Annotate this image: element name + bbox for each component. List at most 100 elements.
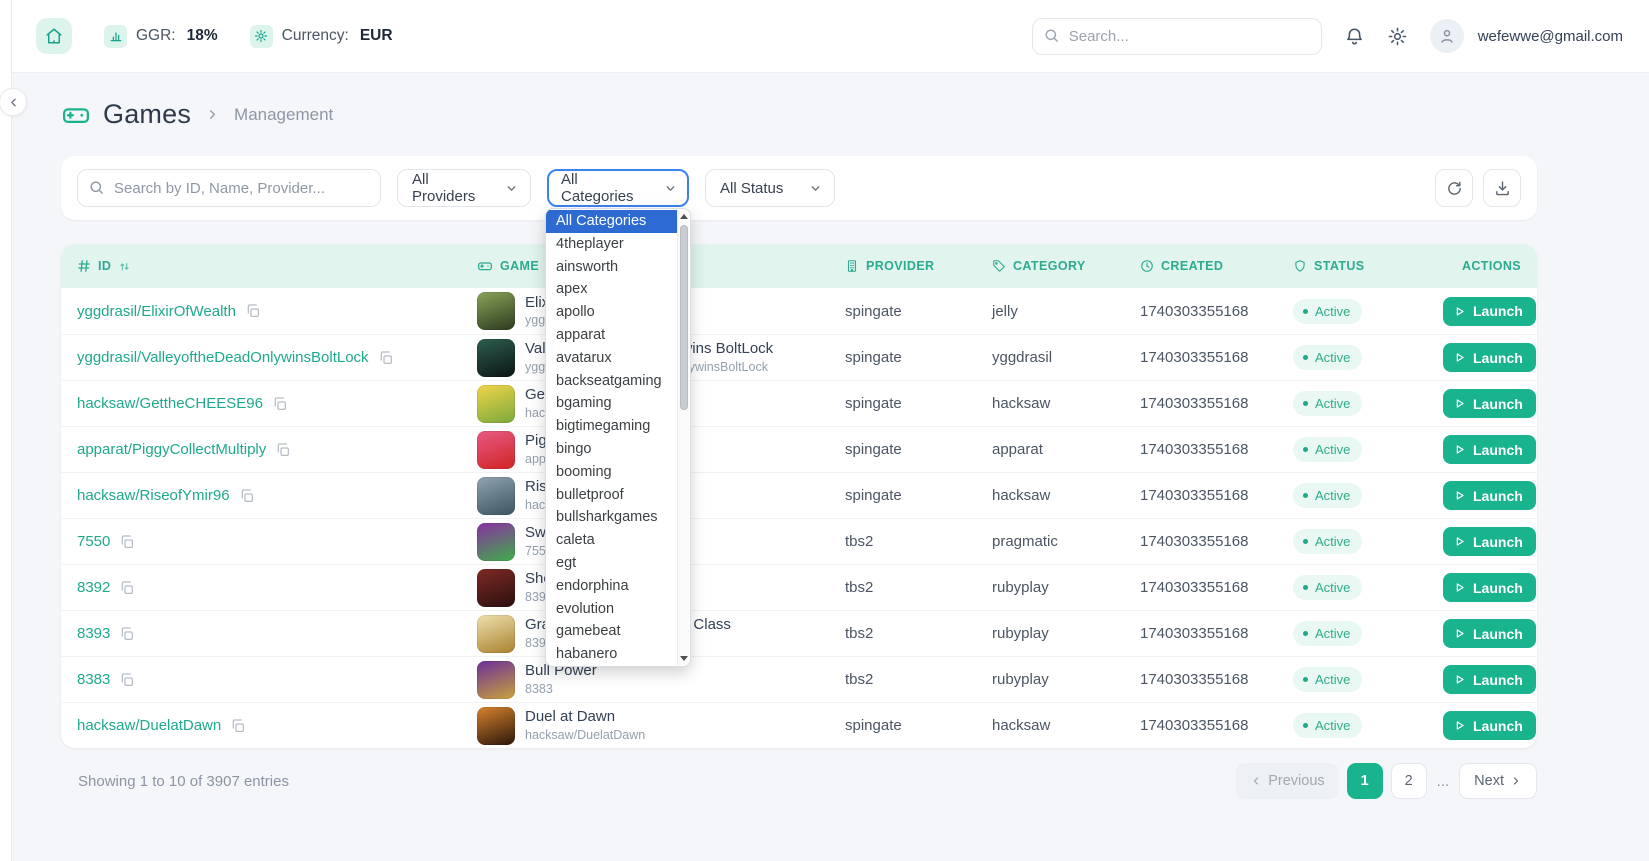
table-row: hacksaw/RiseofYmir96 Rise of Ymir hacksa… xyxy=(61,472,1537,518)
copy-icon[interactable] xyxy=(239,488,255,504)
status-label: Active xyxy=(1315,580,1350,595)
game-id-link[interactable]: 7550 xyxy=(77,533,110,550)
launch-button[interactable]: Launch xyxy=(1443,435,1536,464)
table-search xyxy=(77,169,381,207)
launch-label: Launch xyxy=(1473,488,1523,504)
refresh-icon xyxy=(1446,180,1463,197)
user-email[interactable]: wefewwe@gmail.com xyxy=(1478,28,1623,45)
launch-button[interactable]: Launch xyxy=(1443,389,1536,418)
providers-select[interactable]: All Providers xyxy=(397,169,531,207)
status-badge: Active xyxy=(1293,529,1362,554)
page-button-2[interactable]: 2 xyxy=(1391,763,1427,799)
currency-label: Currency: xyxy=(282,27,349,45)
status-dot-icon xyxy=(1303,309,1308,314)
refresh-button[interactable] xyxy=(1435,169,1473,207)
launch-button[interactable]: Launch xyxy=(1443,481,1536,510)
copy-icon[interactable] xyxy=(119,672,135,688)
game-id-link[interactable]: yggdrasil/ElixirOfWealth xyxy=(77,303,236,320)
categories-select[interactable]: All Categories xyxy=(547,169,689,207)
global-search xyxy=(1032,18,1322,55)
copy-icon[interactable] xyxy=(119,580,135,596)
game-id-link[interactable]: 8383 xyxy=(77,671,110,688)
copy-icon[interactable] xyxy=(378,350,394,366)
category-option[interactable]: bingo xyxy=(546,438,678,461)
copy-icon[interactable] xyxy=(119,626,135,642)
table-search-input[interactable] xyxy=(77,169,381,207)
game-id-link[interactable]: hacksaw/DuelatDawn xyxy=(77,717,221,734)
page-button-1[interactable]: 1 xyxy=(1347,763,1383,799)
copy-icon[interactable] xyxy=(245,303,261,319)
category-option[interactable]: 4theplayer xyxy=(546,233,678,256)
game-id-link[interactable]: 8392 xyxy=(77,579,110,596)
game-thumbnail xyxy=(477,615,515,653)
category-option[interactable]: All Categories xyxy=(546,210,678,233)
category-option[interactable]: avatarux xyxy=(546,347,678,370)
scroll-down-arrow-icon[interactable] xyxy=(678,652,690,665)
header-provider: PROVIDER xyxy=(845,259,992,273)
home-icon xyxy=(45,27,63,45)
user-avatar[interactable] xyxy=(1430,19,1464,53)
pagination-ellipsis: ... xyxy=(1437,773,1450,790)
launch-button[interactable]: Launch xyxy=(1443,711,1536,740)
status-label: Active xyxy=(1315,718,1350,733)
home-button[interactable] xyxy=(36,18,72,54)
category-option[interactable]: habanero xyxy=(546,643,678,666)
dropdown-scrollbar[interactable] xyxy=(677,210,689,665)
scrollbar-thumb[interactable] xyxy=(680,225,688,410)
settings-gear-icon[interactable] xyxy=(1387,26,1408,47)
chevron-down-icon xyxy=(664,182,677,195)
copy-icon[interactable] xyxy=(119,534,135,550)
game-thumbnail xyxy=(477,385,515,423)
currency-value: EUR xyxy=(360,27,393,45)
category-option[interactable]: ainsworth xyxy=(546,256,678,279)
launch-button[interactable]: Launch xyxy=(1443,573,1536,602)
category-option[interactable]: egt xyxy=(546,552,678,575)
launch-button[interactable]: Launch xyxy=(1443,527,1536,556)
category-option[interactable]: booming xyxy=(546,461,678,484)
category-option[interactable]: caleta xyxy=(546,529,678,552)
category-option[interactable]: apparat xyxy=(546,324,678,347)
next-page-button[interactable]: Next xyxy=(1459,763,1537,799)
copy-icon[interactable] xyxy=(275,442,291,458)
category-option[interactable]: bigtimegaming xyxy=(546,415,678,438)
category-cell: pragmatic xyxy=(992,533,1140,550)
sidebar-collapse-button[interactable] xyxy=(0,88,27,116)
category-option[interactable]: backseatgaming xyxy=(546,370,678,393)
ggr-value: 18% xyxy=(187,27,218,45)
scroll-up-arrow-icon[interactable] xyxy=(678,210,690,223)
copy-icon[interactable] xyxy=(230,718,246,734)
category-cell: rubyplay xyxy=(992,671,1140,688)
category-option[interactable]: bulletproof xyxy=(546,484,678,507)
download-button[interactable] xyxy=(1483,169,1521,207)
category-option[interactable]: gamebeat xyxy=(546,620,678,643)
launch-button[interactable]: Launch xyxy=(1443,343,1536,372)
category-option[interactable]: evolution xyxy=(546,598,678,621)
status-label: Active xyxy=(1315,442,1350,457)
game-id-link[interactable]: hacksaw/GettheCHEESE96 xyxy=(77,395,263,412)
status-select[interactable]: All Status xyxy=(705,169,835,207)
provider-cell: tbs2 xyxy=(845,533,992,550)
game-subtitle: hacksaw/DuelatDawn xyxy=(525,727,645,743)
notifications-bell-icon[interactable] xyxy=(1344,26,1365,47)
play-icon xyxy=(1453,581,1466,594)
game-subtitle: 8383 xyxy=(525,681,597,697)
launch-button[interactable]: Launch xyxy=(1443,297,1536,326)
category-option[interactable]: endorphina xyxy=(546,575,678,598)
category-option[interactable]: bullsharkgames xyxy=(546,506,678,529)
game-id-link[interactable]: hacksaw/RiseofYmir96 xyxy=(77,487,230,504)
game-id-link[interactable]: 8393 xyxy=(77,625,110,642)
game-id-link[interactable]: yggdrasil/ValleyoftheDeadOnlywinsBoltLoc… xyxy=(77,349,369,366)
providers-select-value: All Providers xyxy=(412,171,495,205)
game-id-link[interactable]: apparat/PiggyCollectMultiply xyxy=(77,441,266,458)
global-search-input[interactable] xyxy=(1032,18,1322,55)
copy-icon[interactable] xyxy=(272,396,288,412)
previous-page-button[interactable]: Previous xyxy=(1236,763,1338,799)
launch-button[interactable]: Launch xyxy=(1443,619,1536,648)
header-id[interactable]: ID xyxy=(61,259,477,273)
category-option[interactable]: apex xyxy=(546,278,678,301)
launch-button[interactable]: Launch xyxy=(1443,665,1536,694)
header-actions-label: ACTIONS xyxy=(1462,259,1521,273)
category-option[interactable]: apollo xyxy=(546,301,678,324)
sort-arrows-icon[interactable] xyxy=(118,260,131,273)
category-option[interactable]: bgaming xyxy=(546,392,678,415)
